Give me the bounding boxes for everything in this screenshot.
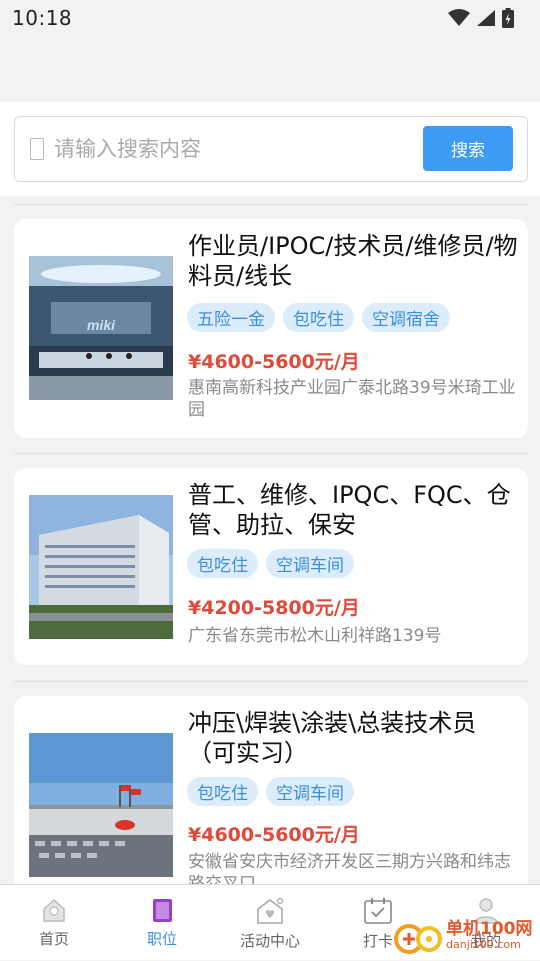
list-divider bbox=[14, 204, 528, 205]
status-time: 10:18 bbox=[12, 6, 73, 30]
job-tag: 空调车间 bbox=[266, 549, 354, 578]
job-tag: 包吃住 bbox=[283, 303, 354, 332]
job-tag: 包吃住 bbox=[187, 549, 258, 578]
job-tags: 包吃住 空调车间 bbox=[187, 549, 354, 578]
job-list[interactable]: miki 作业员/IPOC/技术员/维修员/物料员/线长 五险一金 包吃住 空调… bbox=[0, 196, 540, 884]
job-address: 广东省东莞市松木山利祥路139号 bbox=[188, 626, 442, 646]
search-button[interactable]: 搜索 bbox=[423, 126, 513, 171]
tab-jobs[interactable]: 职位 bbox=[108, 885, 216, 960]
list-divider bbox=[14, 453, 528, 454]
job-title: 作业员/IPOC/技术员/维修员/物料员/线长 bbox=[188, 232, 518, 290]
watermark-logo-icon bbox=[392, 917, 442, 957]
home-icon bbox=[43, 898, 65, 922]
watermark: 单机100网 danji100.com bbox=[392, 914, 540, 960]
job-salary: ¥4600-5600元/月 bbox=[188, 351, 360, 373]
tab-label: 活动中心 bbox=[239, 932, 300, 950]
search-section: 搜索 bbox=[0, 102, 540, 196]
search-box: 搜索 bbox=[14, 116, 528, 182]
search-input[interactable] bbox=[54, 129, 414, 169]
status-bar: 10:18 bbox=[0, 0, 540, 36]
job-card[interactable]: miki 作业员/IPOC/技术员/维修员/物料员/线长 五险一金 包吃住 空调… bbox=[14, 219, 528, 438]
wifi-icon bbox=[448, 9, 470, 26]
job-tag: 空调宿舍 bbox=[362, 303, 450, 332]
tab-home[interactable]: 首页 bbox=[0, 885, 108, 960]
tab-label: 首页 bbox=[38, 930, 69, 948]
job-image bbox=[29, 495, 173, 639]
job-tag: 包吃住 bbox=[187, 777, 258, 806]
tab-label: 打卡 bbox=[362, 932, 393, 950]
watermark-line1: 单机100网 bbox=[446, 919, 533, 939]
job-tags: 五险一金 包吃住 空调宿舍 bbox=[187, 303, 450, 332]
job-card[interactable]: 普工、维修、IPQC、FQC、仓管、助拉、保安 包吃住 空调车间 ¥4200-5… bbox=[14, 468, 528, 665]
battery-icon bbox=[502, 8, 514, 28]
job-image: miki bbox=[29, 256, 173, 400]
status-icons bbox=[448, 8, 514, 28]
watermark-text: 单机100网 danji100.com bbox=[446, 921, 533, 953]
watermark-line2: danji100.com bbox=[446, 938, 521, 951]
job-icon bbox=[153, 899, 172, 922]
job-image bbox=[29, 733, 173, 877]
job-tag: 五险一金 bbox=[187, 303, 275, 332]
job-tag: 空调车间 bbox=[266, 777, 354, 806]
job-image-logo: miki bbox=[87, 317, 116, 333]
tab-activity-center[interactable]: 活动中心 bbox=[216, 885, 324, 960]
job-address: 惠南高新科技产业园广泰北路39号米琦工业园 bbox=[188, 378, 516, 420]
job-card[interactable]: 冲压\焊装\涂装\总装技术员（可实习） 包吃住 空调车间 ¥4600-5600元… bbox=[14, 696, 528, 884]
job-title: 普工、维修、IPQC、FQC、仓管、助拉、保安 bbox=[188, 481, 511, 539]
job-tags: 包吃住 空调车间 bbox=[187, 777, 354, 806]
list-divider bbox=[14, 681, 528, 682]
job-address: 安徽省安庆市经济开发区三期方兴路和纬志路交叉口 bbox=[188, 852, 511, 884]
signal-icon bbox=[477, 10, 495, 26]
calendar-check-icon bbox=[364, 898, 392, 924]
job-salary: ¥4200-5800元/月 bbox=[188, 597, 360, 619]
search-icon bbox=[30, 138, 44, 160]
job-salary: ¥4600-5600元/月 bbox=[188, 824, 360, 846]
tab-label: 职位 bbox=[146, 930, 177, 948]
activity-icon bbox=[257, 897, 284, 924]
job-title: 冲压\焊装\涂装\总装技术员（可实习） bbox=[188, 709, 477, 767]
